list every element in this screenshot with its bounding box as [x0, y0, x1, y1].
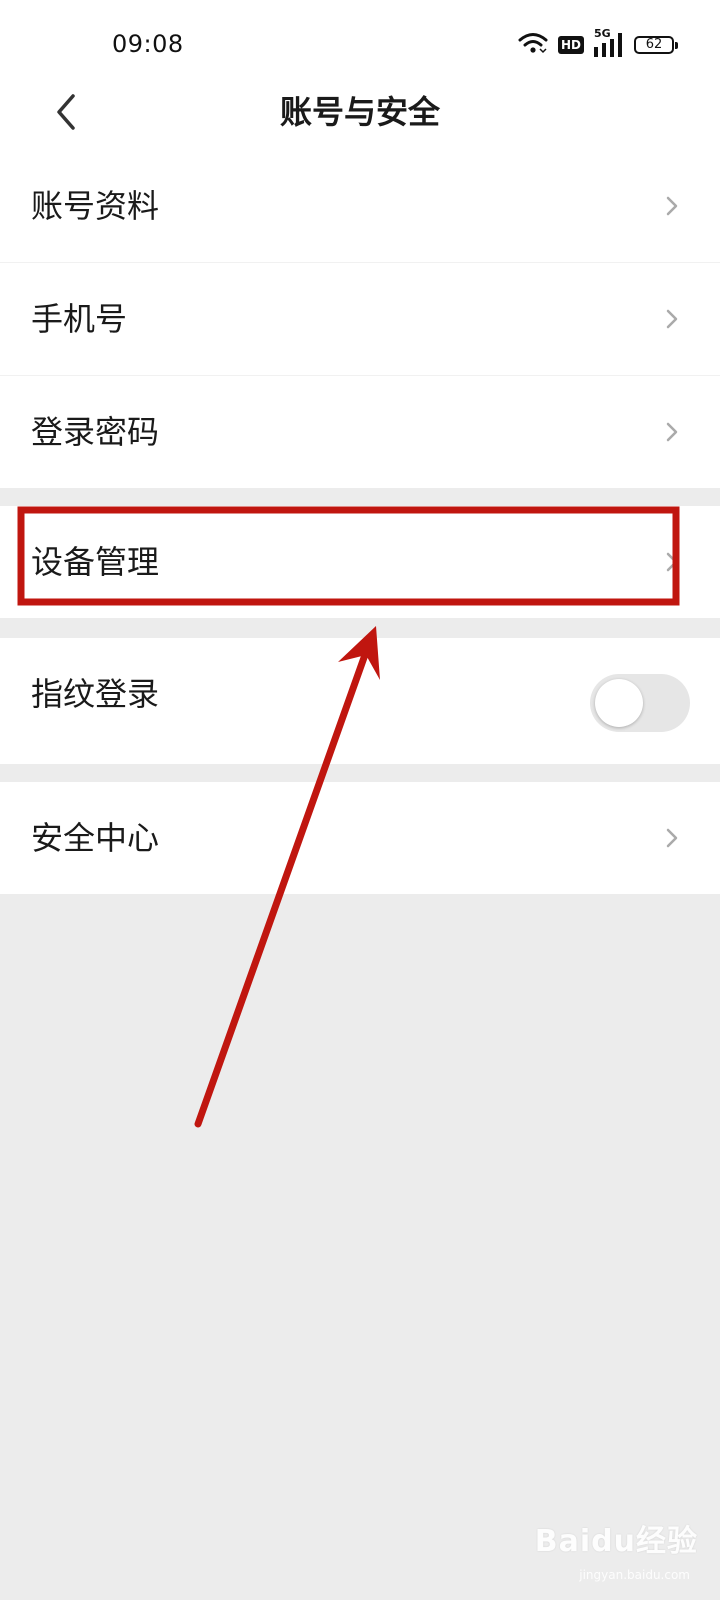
- hd-badge: HD: [557, 36, 584, 54]
- chevron-right-icon: [666, 196, 678, 216]
- menu-item-label: 安全中心: [31, 819, 160, 857]
- baidu-watermark: Baidu经验: [534, 1524, 698, 1559]
- menu-item-label: 设备管理: [31, 543, 160, 581]
- nav-header: 账号与安全: [0, 90, 720, 150]
- account-settings-group: 账号资料 手机号 登录密码: [0, 150, 720, 488]
- wifi-icon: [518, 32, 548, 58]
- network-type-label: 5G: [594, 27, 611, 40]
- security-center-group: 安全中心: [0, 782, 720, 894]
- menu-item-label: 手机号: [31, 300, 128, 338]
- chevron-right-icon: [666, 309, 678, 329]
- chevron-right-icon: [666, 422, 678, 442]
- menu-item-device-management[interactable]: 设备管理: [0, 506, 720, 618]
- status-time: 09:08: [112, 30, 184, 58]
- battery-level: 62: [645, 37, 663, 52]
- menu-item-label: 指纹登录: [31, 675, 160, 713]
- status-bar: 09:08 HD 5G 62: [0, 0, 720, 90]
- menu-item-label: 账号资料: [31, 187, 160, 225]
- battery-icon: 62: [634, 36, 678, 54]
- baidu-watermark-url: jingyan.baidu.com: [579, 1568, 690, 1582]
- menu-item-fingerprint-login: 指纹登录: [0, 638, 720, 764]
- menu-item-phone-number[interactable]: 手机号: [0, 262, 720, 375]
- device-settings-group: 设备管理: [0, 506, 720, 618]
- menu-item-security-center[interactable]: 安全中心: [0, 782, 720, 894]
- fingerprint-toggle[interactable]: [590, 674, 690, 732]
- fingerprint-settings-group: 指纹登录: [0, 638, 720, 764]
- menu-item-account-profile[interactable]: 账号资料: [0, 150, 720, 262]
- toggle-knob: [595, 679, 643, 727]
- status-icons: HD 5G 62: [518, 27, 678, 60]
- page-title: 账号与安全: [279, 93, 440, 131]
- chevron-right-icon: [666, 828, 678, 848]
- menu-item-login-password[interactable]: 登录密码: [0, 375, 720, 488]
- cellular-signal-icon: 5G: [594, 27, 624, 57]
- chevron-right-icon: [666, 552, 678, 572]
- menu-item-label: 登录密码: [31, 413, 160, 451]
